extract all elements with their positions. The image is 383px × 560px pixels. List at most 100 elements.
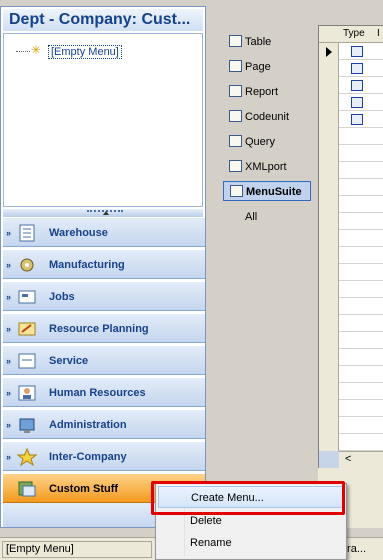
- nav-button-label: Inter-Company: [49, 451, 127, 463]
- chevron-right-icon: »: [6, 356, 12, 366]
- grid-row[interactable]: [319, 77, 383, 94]
- grid-row[interactable]: [319, 94, 383, 111]
- nav-button-resource-planning[interactable]: » Resource Planning: [3, 313, 205, 343]
- row-selector[interactable]: [319, 94, 339, 111]
- object-type-all[interactable]: All: [223, 207, 311, 227]
- row-selector[interactable]: [319, 298, 339, 315]
- grid-row[interactable]: [319, 43, 383, 60]
- object-type-query[interactable]: Query: [223, 132, 311, 152]
- grid-row[interactable]: [319, 349, 383, 366]
- object-type-menusuite[interactable]: MenuSuite: [223, 181, 311, 201]
- row-selector[interactable]: [319, 77, 339, 94]
- custom-stuff-icon: [18, 481, 36, 497]
- nav-button-label: Administration: [49, 419, 127, 431]
- row-selector[interactable]: [319, 145, 339, 162]
- chevron-right-icon: »: [6, 324, 12, 334]
- row-selector[interactable]: [319, 400, 339, 417]
- menu-item-label: Delete: [190, 515, 222, 527]
- tree-item-empty-menu[interactable]: [Empty Menu]: [48, 45, 122, 59]
- object-type-xmlport[interactable]: XMLport: [223, 157, 311, 177]
- resource-planning-icon: [18, 322, 36, 336]
- column-header-id[interactable]: I: [377, 28, 380, 39]
- grid-row[interactable]: [319, 434, 383, 451]
- nav-button-warehouse[interactable]: » Warehouse: [3, 217, 205, 247]
- row-selector[interactable]: [319, 281, 339, 298]
- row-selector[interactable]: [319, 179, 339, 196]
- menusuite-icon: [351, 114, 363, 125]
- object-type-label: Codeunit: [245, 111, 290, 123]
- menusuite-icon: [351, 97, 363, 108]
- object-type-list: Table Page Report Codeunit Query XMLport…: [215, 26, 315, 256]
- administration-icon: [19, 418, 35, 433]
- row-selector[interactable]: [319, 417, 339, 434]
- nav-button-label: Service: [49, 355, 89, 367]
- grid-header: Type I: [319, 26, 383, 43]
- grid-row[interactable]: [319, 332, 383, 349]
- nav-button-label: Resource Planning: [49, 323, 149, 335]
- object-type-codeunit[interactable]: Codeunit: [223, 107, 311, 127]
- grid-row[interactable]: [319, 111, 383, 128]
- row-selector[interactable]: [319, 128, 339, 145]
- row-selector[interactable]: [319, 43, 339, 60]
- row-selector[interactable]: [319, 196, 339, 213]
- grid-row[interactable]: [319, 162, 383, 179]
- object-grid[interactable]: Type I <: [318, 25, 383, 468]
- nav-button-manufacturing[interactable]: » Manufacturing: [3, 249, 205, 279]
- grid-row[interactable]: [319, 366, 383, 383]
- object-type-table[interactable]: Table: [223, 32, 311, 52]
- report-icon: [229, 85, 242, 97]
- row-selector[interactable]: [319, 230, 339, 247]
- grid-row[interactable]: [319, 60, 383, 77]
- row-selector[interactable]: [319, 247, 339, 264]
- row-selector[interactable]: [319, 349, 339, 366]
- scroll-left-icon[interactable]: <: [345, 453, 351, 465]
- menu-item-rename[interactable]: Rename: [158, 532, 344, 554]
- grid-rows: [319, 43, 383, 451]
- row-selector[interactable]: [319, 60, 339, 77]
- grid-row[interactable]: [319, 179, 383, 196]
- row-selector[interactable]: [319, 213, 339, 230]
- grid-row[interactable]: [319, 298, 383, 315]
- row-selector[interactable]: [319, 315, 339, 332]
- nav-button-jobs[interactable]: » Jobs: [3, 281, 205, 311]
- object-type-label: All: [245, 211, 258, 223]
- grid-row[interactable]: [319, 417, 383, 434]
- column-header-type[interactable]: Type: [343, 28, 365, 39]
- arrow-up-icon: [103, 211, 109, 215]
- grid-row[interactable]: [319, 196, 383, 213]
- nav-button-label: Warehouse: [49, 227, 108, 239]
- grid-row[interactable]: [319, 213, 383, 230]
- nav-button-service[interactable]: » Service: [3, 345, 205, 375]
- pane-splitter[interactable]: [3, 209, 203, 217]
- chevron-right-icon: »: [6, 292, 12, 302]
- current-row-icon: [326, 47, 332, 57]
- menu-tree: ✳ [Empty Menu]: [3, 33, 203, 207]
- row-selector[interactable]: [319, 434, 339, 451]
- object-type-label: Page: [245, 61, 271, 73]
- grid-row[interactable]: [319, 281, 383, 298]
- grid-row[interactable]: [319, 400, 383, 417]
- grid-row[interactable]: [319, 264, 383, 281]
- object-type-label: XMLport: [245, 161, 287, 173]
- grid-row[interactable]: [319, 315, 383, 332]
- grid-row[interactable]: [319, 383, 383, 400]
- nav-button-administration[interactable]: » Administration: [3, 409, 205, 439]
- row-selector[interactable]: [319, 383, 339, 400]
- row-selector[interactable]: [319, 162, 339, 179]
- row-selector[interactable]: [319, 264, 339, 281]
- grid-row[interactable]: [319, 145, 383, 162]
- row-selector[interactable]: [319, 366, 339, 383]
- horizontal-scrollbar[interactable]: <: [339, 451, 383, 468]
- chevron-right-icon: »: [6, 388, 12, 398]
- row-selector[interactable]: [319, 111, 339, 128]
- nav-button-inter-company[interactable]: » Inter-Company: [3, 441, 205, 471]
- grid-row[interactable]: [319, 247, 383, 264]
- object-type-page[interactable]: Page: [223, 57, 311, 77]
- grid-row[interactable]: [319, 230, 383, 247]
- star-icon: ✳: [31, 43, 42, 57]
- grid-row[interactable]: [319, 128, 383, 145]
- object-type-label: Query: [245, 136, 275, 148]
- object-type-report[interactable]: Report: [223, 82, 311, 102]
- nav-button-human-resources[interactable]: » Human Resources: [3, 377, 205, 407]
- row-selector[interactable]: [319, 332, 339, 349]
